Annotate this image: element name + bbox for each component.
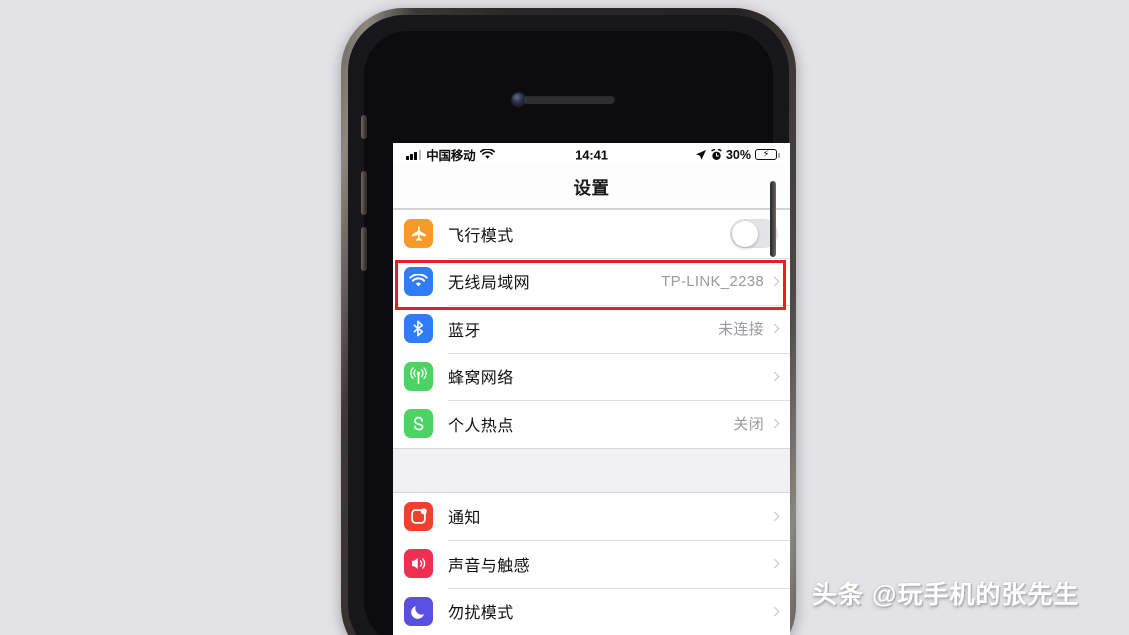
bluetooth-icon bbox=[404, 314, 433, 344]
settings-row-control bbox=[769, 606, 790, 617]
earpiece-speaker bbox=[522, 95, 615, 104]
battery-percent-label: 30% bbox=[725, 147, 751, 162]
front-camera-icon bbox=[512, 93, 525, 106]
settings-row-label: 蜂窝网络 bbox=[448, 370, 514, 388]
watermark-text: 头条 @玩手机的张先生 bbox=[812, 581, 1080, 609]
status-bar-left: 中国移动 bbox=[406, 145, 496, 164]
status-bar-clock: 14:41 bbox=[575, 147, 608, 162]
wifi-icon bbox=[404, 266, 433, 296]
settings-group-connectivity: 飞行模式 无线局域网 TP-LINK_2238 蓝牙 未连接 蜂窝网络 个人热点… bbox=[393, 209, 790, 449]
hotspot-icon bbox=[404, 409, 433, 439]
settings-row-bluetooth[interactable]: 蓝牙 未连接 bbox=[393, 305, 790, 353]
carrier-label: 中国移动 bbox=[426, 149, 476, 163]
settings-row-do-not-disturb[interactable]: 勿扰模式 bbox=[393, 587, 790, 635]
screenshot-canvas: 中国移动 14:41 30% ⚡ 设置 飞行模式 无线局域网 TP-LINK_2… bbox=[0, 0, 1129, 635]
chevron-right-icon bbox=[769, 558, 780, 569]
battery-charging-icon: ⚡ bbox=[755, 149, 780, 160]
settings-row-control bbox=[730, 219, 790, 249]
settings-row-label: 无线局域网 bbox=[448, 275, 531, 293]
volume-down-button[interactable] bbox=[361, 227, 367, 271]
volume-up-button[interactable] bbox=[361, 171, 367, 215]
chevron-right-icon bbox=[769, 276, 780, 287]
group-separator bbox=[393, 448, 790, 492]
sounds-haptics-icon bbox=[404, 549, 433, 579]
settings-row-label: 蓝牙 bbox=[448, 322, 481, 340]
status-bar: 中国移动 14:41 30% ⚡ bbox=[393, 143, 790, 166]
settings-row-label: 勿扰模式 bbox=[448, 605, 514, 623]
chevron-right-icon bbox=[769, 323, 780, 334]
signal-bars-icon bbox=[406, 150, 422, 160]
settings-row-sounds-haptics[interactable]: 声音与触感 bbox=[393, 540, 790, 588]
settings-row-label: 飞行模式 bbox=[448, 227, 514, 245]
bluetooth-status-value: 未连接 bbox=[718, 321, 764, 339]
settings-row-label: 个人热点 bbox=[448, 417, 514, 435]
chevron-right-icon bbox=[769, 371, 780, 382]
settings-row-label: 声音与触感 bbox=[448, 557, 531, 575]
phone-bezel: 中国移动 14:41 30% ⚡ 设置 飞行模式 无线局域网 TP-LINK_2… bbox=[361, 31, 790, 635]
chevron-right-icon bbox=[769, 511, 780, 522]
notifications-icon bbox=[404, 501, 433, 531]
settings-row-control: 未连接 bbox=[718, 318, 790, 339]
location-arrow-icon bbox=[695, 149, 707, 161]
settings-row-wifi[interactable]: 无线局域网 TP-LINK_2238 bbox=[393, 257, 790, 305]
settings-row-control bbox=[764, 371, 790, 382]
settings-group-notifications: 通知 声音与触感 勿扰模式 bbox=[393, 491, 790, 635]
settings-row-airplane-mode[interactable]: 飞行模式 bbox=[393, 210, 790, 258]
navigation-bar: 设置 bbox=[393, 166, 790, 209]
phone-inner-shell: 中国移动 14:41 30% ⚡ 设置 飞行模式 无线局域网 TP-LINK_2… bbox=[348, 15, 790, 635]
airplane-icon bbox=[404, 219, 433, 249]
settings-row-control: TP-LINK_2238 bbox=[661, 273, 790, 290]
settings-row-personal-hotspot[interactable]: 个人热点 关闭 bbox=[393, 400, 790, 448]
status-bar-right: 30% ⚡ bbox=[695, 147, 780, 162]
settings-row-control bbox=[769, 511, 790, 522]
wifi-network-value: TP-LINK_2238 bbox=[661, 272, 764, 290]
page-title: 设置 bbox=[573, 177, 610, 198]
phone-screen: 中国移动 14:41 30% ⚡ 设置 飞行模式 无线局域网 TP-LINK_2… bbox=[393, 143, 790, 635]
cellular-icon bbox=[404, 361, 433, 391]
hotspot-status-value: 关闭 bbox=[733, 416, 764, 434]
settings-row-notifications[interactable]: 通知 bbox=[393, 492, 790, 540]
settings-list[interactable]: 飞行模式 无线局域网 TP-LINK_2238 蓝牙 未连接 蜂窝网络 个人热点… bbox=[393, 209, 790, 635]
wifi-icon bbox=[480, 149, 496, 160]
mute-switch[interactable] bbox=[361, 115, 367, 139]
settings-row-cellular[interactable]: 蜂窝网络 bbox=[393, 352, 790, 400]
iphone-device-frame: 中国移动 14:41 30% ⚡ 设置 飞行模式 无线局域网 TP-LINK_2… bbox=[341, 8, 796, 635]
chevron-right-icon bbox=[769, 606, 780, 617]
settings-row-control: 关闭 bbox=[733, 413, 790, 434]
chevron-right-icon bbox=[769, 418, 780, 429]
power-button[interactable] bbox=[770, 181, 776, 257]
settings-row-label: 通知 bbox=[448, 510, 481, 528]
settings-row-control bbox=[769, 558, 790, 569]
alarm-clock-icon bbox=[711, 148, 722, 161]
do-not-disturb-moon-icon bbox=[404, 596, 433, 626]
